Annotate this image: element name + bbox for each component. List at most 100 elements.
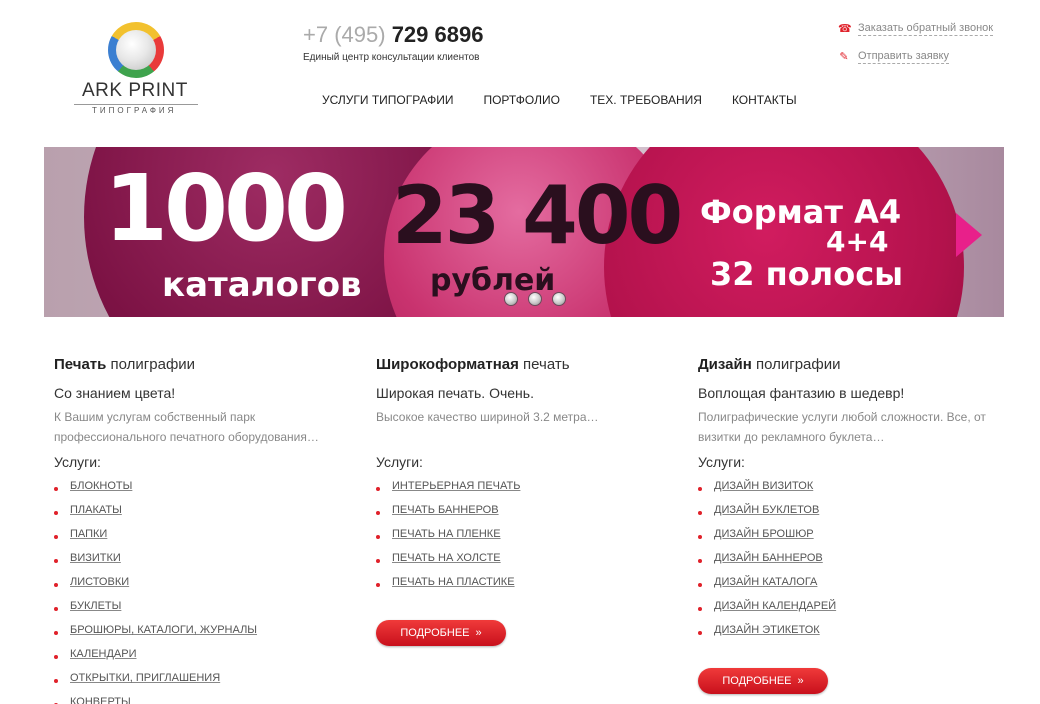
column-description: Полиграфические услуги любой сложности. … — [698, 410, 986, 444]
service-link[interactable]: ПАПКИ — [70, 528, 107, 540]
service-link[interactable]: ОТКРЫТКИ, ПРИГЛАШЕНИЯ — [70, 672, 220, 684]
service-link[interactable]: ВИЗИТКИ — [70, 552, 121, 564]
nav-item-portfolio[interactable]: ПОРТФОЛИО — [483, 93, 560, 107]
services-label: Услуги: — [376, 454, 423, 470]
column-title[interactable]: Дизайн полиграфии — [698, 356, 998, 373]
phone-number: +7 (495) 729 6896 — [303, 22, 483, 48]
edit-icon: ✎ — [839, 51, 849, 63]
list-item[interactable]: КОНВЕРТЫ — [54, 696, 257, 704]
logo-name: ARK PRINT — [82, 80, 188, 101]
column-title[interactable]: Печать полиграфии — [54, 356, 354, 373]
list-item[interactable]: ПАПКИ — [54, 528, 257, 552]
more-button[interactable]: ПОДРОБНЕЕ » — [698, 668, 828, 694]
services-list: БЛОКНОТЫ ПЛАКАТЫ ПАПКИ ВИЗИТКИ ЛИСТОВКИ … — [54, 480, 257, 704]
list-item[interactable]: БУКЛЕТЫ — [54, 600, 257, 624]
service-link[interactable]: ЛИСТОВКИ — [70, 576, 129, 588]
nav-item-services[interactable]: УСЛУГИ ТИПОГРАФИИ — [322, 93, 453, 107]
phone-main: 729 6896 — [391, 22, 484, 47]
list-item[interactable]: ЛИСТОВКИ — [54, 576, 257, 600]
column-title-rest: печать — [518, 356, 570, 373]
list-item[interactable]: БЛОКНОТЫ — [54, 480, 257, 504]
list-item[interactable]: БРОШЮРЫ, КАТАЛОГИ, ЖУРНАЛЫ — [54, 624, 257, 648]
service-column-print: Печать полиграфии Со знанием цвета! К Ва… — [54, 356, 354, 704]
logo-subtitle: ТИПОГРАФИЯ — [92, 106, 177, 115]
service-link[interactable]: ПЕЧАТЬ НА ХОЛСТЕ — [392, 552, 501, 564]
more-button-label: ПОДРОБНЕЕ — [400, 627, 470, 639]
list-item[interactable]: ДИЗАЙН БУКЛЕТОВ — [698, 504, 836, 528]
list-item[interactable]: ИНТЕРЬЕРНАЯ ПЕЧАТЬ — [376, 480, 520, 504]
list-item[interactable]: ДИЗАЙН КАТАЛОГА — [698, 576, 836, 600]
banner-colors: 4+4 — [826, 225, 889, 258]
service-link[interactable]: ИНТЕРЬЕРНАЯ ПЕЧАТЬ — [392, 480, 520, 492]
list-item[interactable]: ДИЗАЙН ВИЗИТОК — [698, 480, 836, 504]
banner-price: 23 400 — [392, 169, 683, 262]
list-item[interactable]: ПЛАКАТЫ — [54, 504, 257, 528]
service-link[interactable]: ДИЗАЙН ЭТИКЕТОК — [714, 624, 820, 636]
callback-link[interactable]: ☎ Заказать обратный звонок — [838, 22, 994, 36]
list-item[interactable]: КАЛЕНДАРИ — [54, 648, 257, 672]
banner-pages: 32 полосы — [710, 255, 904, 293]
list-item[interactable]: ОТКРЫТКИ, ПРИГЛАШЕНИЯ — [54, 672, 257, 696]
service-link[interactable]: ДИЗАЙН КАЛЕНДАРЕЙ — [714, 600, 836, 612]
service-link[interactable]: БУКЛЕТЫ — [70, 600, 121, 612]
nav-item-requirements[interactable]: ТЕХ. ТРЕБОВАНИЯ — [590, 93, 702, 107]
banner-pagination — [504, 292, 566, 306]
more-button[interactable]: ПОДРОБНЕЕ » — [376, 620, 506, 646]
phone-icon: ☎ — [838, 23, 852, 35]
request-link-label: Отправить заявку — [858, 50, 949, 64]
banner-quantity: 1000 — [104, 155, 348, 262]
banner-dot[interactable] — [504, 292, 518, 306]
service-link[interactable]: ДИЗАЙН БУКЛЕТОВ — [714, 504, 819, 516]
service-link[interactable]: ДИЗАЙН КАТАЛОГА — [714, 576, 817, 588]
logo-divider — [74, 104, 198, 105]
column-title-bold: Дизайн — [698, 356, 752, 373]
column-title-rest: полиграфии — [751, 356, 841, 373]
list-item[interactable]: ДИЗАЙН ЭТИКЕТОК — [698, 624, 836, 648]
phone-prefix: +7 (495) — [303, 22, 386, 47]
main-nav: УСЛУГИ ТИПОГРАФИИ ПОРТФОЛИО ТЕХ. ТРЕБОВА… — [322, 93, 797, 107]
service-link[interactable]: ПЕЧАТЬ БАННЕРОВ — [392, 504, 499, 516]
service-link[interactable]: ДИЗАЙН ВИЗИТОК — [714, 480, 813, 492]
double-chevron-right-icon: » — [797, 675, 804, 687]
banner-dot[interactable] — [528, 292, 542, 306]
services-list: ДИЗАЙН ВИЗИТОК ДИЗАЙН БУКЛЕТОВ ДИЗАЙН БР… — [698, 480, 836, 648]
list-item[interactable]: ВИЗИТКИ — [54, 552, 257, 576]
promo-banner[interactable]: 1000 каталогов 23 400 рублей Формат А4 4… — [44, 147, 1004, 317]
more-button-label: ПОДРОБНЕЕ — [722, 675, 792, 687]
nav-item-contacts[interactable]: КОНТАКТЫ — [732, 93, 797, 107]
logo-sphere-icon — [116, 30, 156, 70]
service-link[interactable]: КОНВЕРТЫ — [70, 696, 131, 704]
service-link[interactable]: ПЕЧАТЬ НА ПЛАСТИКЕ — [392, 576, 515, 588]
service-link[interactable]: ДИЗАЙН БРОШЮР — [714, 528, 814, 540]
banner-dot[interactable] — [552, 292, 566, 306]
services-label: Услуги: — [54, 454, 101, 470]
column-description: К Вашим услугам собственный парк професс… — [54, 410, 319, 444]
service-link[interactable]: БЛОКНОТЫ — [70, 480, 132, 492]
service-link[interactable]: КАЛЕНДАРИ — [70, 648, 137, 660]
list-item[interactable]: ПЕЧАТЬ НА ХОЛСТЕ — [376, 552, 520, 576]
column-title-bold: Широкоформатная — [376, 356, 519, 373]
service-link[interactable]: БРОШЮРЫ, КАТАЛОГИ, ЖУРНАЛЫ — [70, 624, 257, 636]
service-link[interactable]: ПЕЧАТЬ НА ПЛЕНКЕ — [392, 528, 501, 540]
request-link[interactable]: ✎ Отправить заявку — [838, 50, 949, 64]
column-title-rest: полиграфии — [106, 356, 196, 373]
services-list: ИНТЕРЬЕРНАЯ ПЕЧАТЬ ПЕЧАТЬ БАННЕРОВ ПЕЧАТ… — [376, 480, 520, 600]
list-item[interactable]: ПЕЧАТЬ НА ПЛАСТИКЕ — [376, 576, 520, 600]
list-item[interactable]: ДИЗАЙН БРОШЮР — [698, 528, 836, 552]
list-item[interactable]: ПЕЧАТЬ НА ПЛЕНКЕ — [376, 528, 520, 552]
column-tagline: Широкая печать. Очень. — [376, 385, 534, 401]
site-logo[interactable]: ARK PRINT ТИПОГРАФИЯ — [70, 18, 210, 118]
services-label: Услуги: — [698, 454, 745, 470]
phone-caption: Единый центр консультации клиентов — [303, 52, 480, 63]
column-title-bold: Печать — [54, 356, 107, 373]
service-column-wide-format: Широкоформатная печать Широкая печать. О… — [376, 356, 676, 646]
list-item[interactable]: ДИЗАЙН БАННЕРОВ — [698, 552, 836, 576]
column-title[interactable]: Широкоформатная печать — [376, 356, 676, 373]
service-link[interactable]: ДИЗАЙН БАННЕРОВ — [714, 552, 823, 564]
list-item[interactable]: ДИЗАЙН КАЛЕНДАРЕЙ — [698, 600, 836, 624]
banner-next-arrow-icon[interactable] — [956, 213, 982, 257]
list-item[interactable]: ПЕЧАТЬ БАННЕРОВ — [376, 504, 520, 528]
column-description: Высокое качество шириной 3.2 метра… — [376, 410, 599, 424]
callback-link-label: Заказать обратный звонок — [858, 22, 994, 36]
service-link[interactable]: ПЛАКАТЫ — [70, 504, 122, 516]
